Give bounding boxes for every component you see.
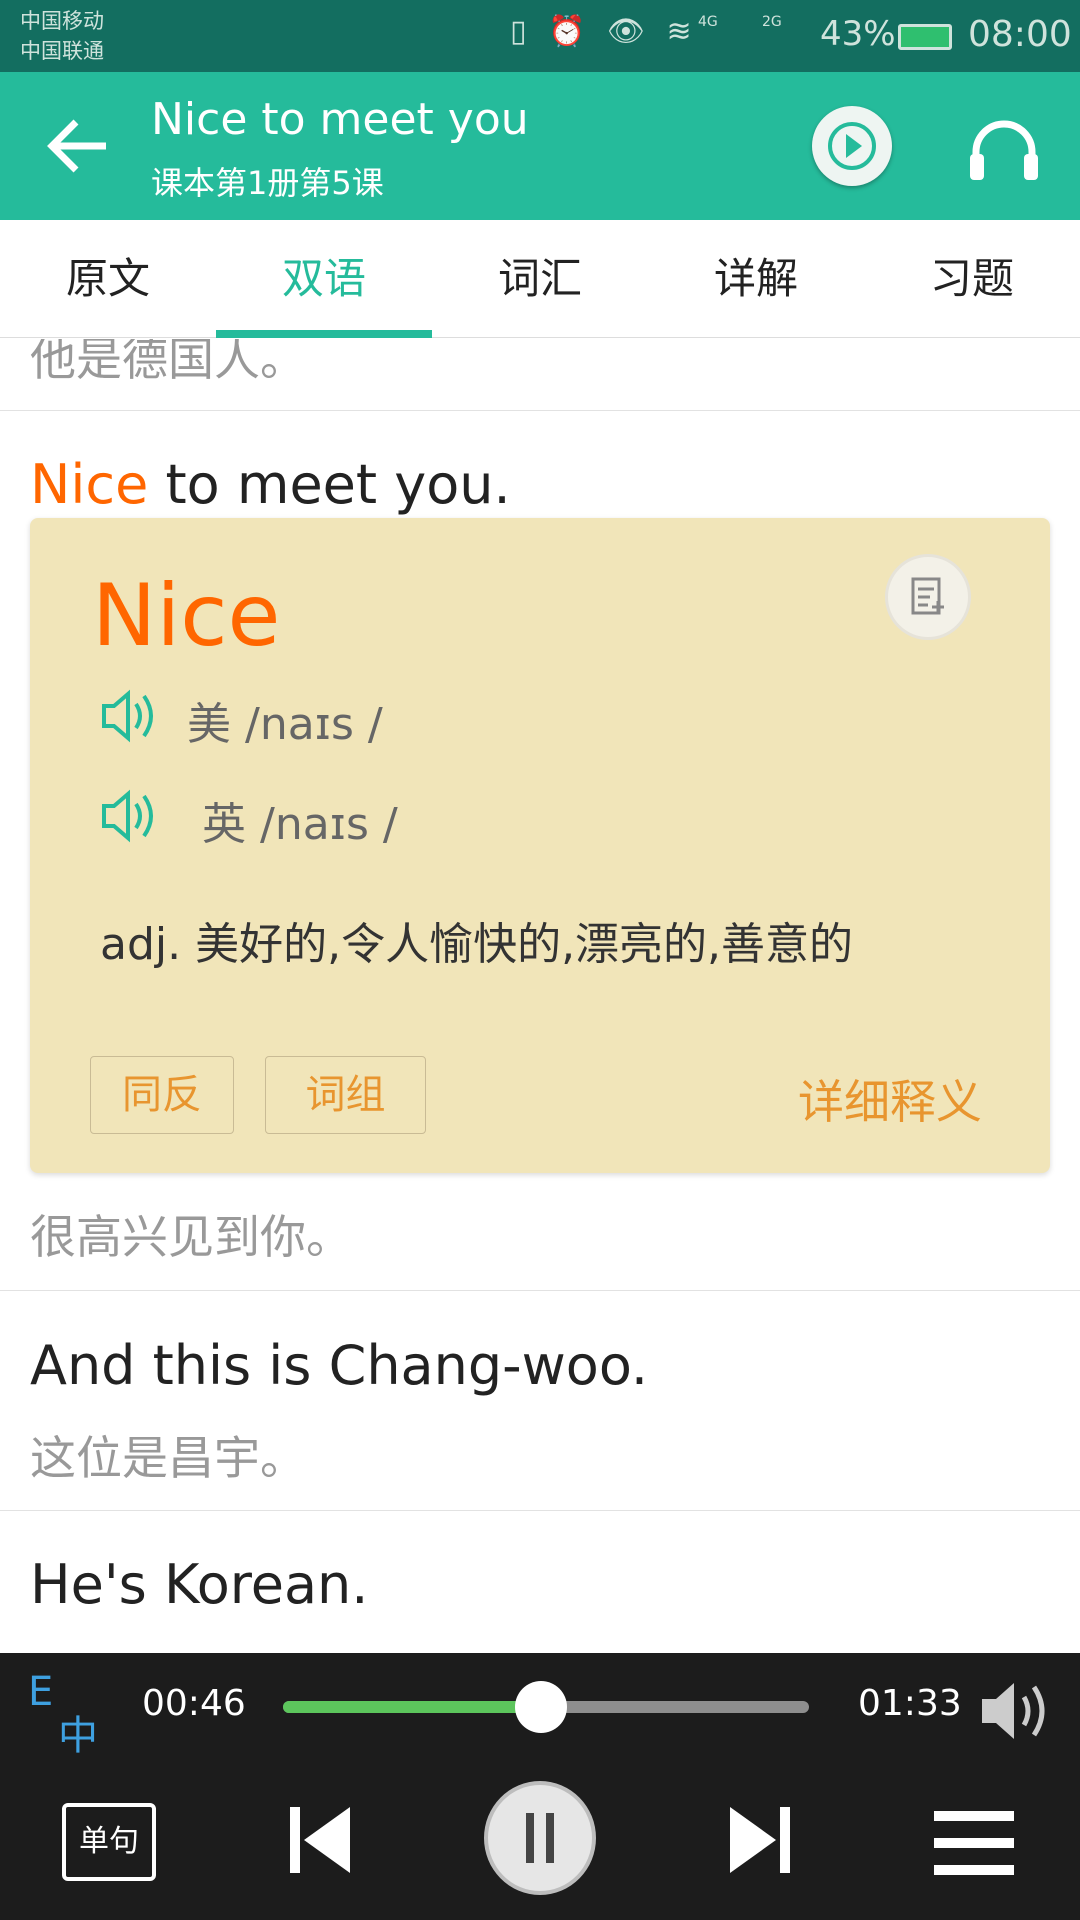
us-phonetic-text: /naɪs / bbox=[245, 699, 383, 750]
divider bbox=[0, 410, 1080, 411]
uk-label: 英 bbox=[202, 799, 246, 850]
speaker-uk-icon[interactable] bbox=[100, 788, 156, 844]
header: Nice to meet you 课本第1册第5课 bbox=[0, 72, 1080, 220]
add-to-wordbook-button[interactable] bbox=[885, 554, 971, 640]
clock: 08:00 bbox=[968, 14, 1072, 55]
previous-icon[interactable] bbox=[288, 1805, 358, 1875]
play-icon bbox=[828, 122, 876, 170]
current-time: 00:46 bbox=[142, 1683, 246, 1724]
net-2g: 2G bbox=[762, 14, 782, 30]
battery-icon bbox=[898, 24, 952, 50]
notepad-add-icon bbox=[911, 577, 944, 615]
uk-phonetic-text: /naɪs / bbox=[260, 799, 398, 850]
tab-explanation[interactable]: 详解 bbox=[648, 220, 864, 338]
play-button[interactable] bbox=[812, 106, 892, 186]
status-icons: ▯ ⏰ 👁 ≋ bbox=[510, 14, 698, 49]
progress-fill bbox=[283, 1701, 541, 1713]
us-label: 美 bbox=[187, 699, 231, 750]
audio-player: E 中 00:46 01:33 单句 bbox=[0, 1653, 1080, 1920]
tab-vocabulary[interactable]: 词汇 bbox=[432, 220, 648, 338]
sentence-zh[interactable]: 很高兴见到你。 bbox=[30, 1201, 352, 1267]
volume-icon[interactable] bbox=[980, 1679, 1052, 1743]
tab-bar: 原文 双语 词汇 详解 习题 bbox=[0, 220, 1080, 338]
phrase-button[interactable]: 词组 bbox=[265, 1056, 426, 1134]
tab-bilingual[interactable]: 双语 bbox=[216, 220, 432, 338]
total-time: 01:33 bbox=[858, 1683, 962, 1724]
us-phonetic: 美 /naɪs / bbox=[187, 688, 383, 752]
net-4g: 4G bbox=[698, 14, 718, 30]
status-bar: 中国移动 中国联通 ▯ ⏰ 👁 ≋ 4G 2G 43% 08:00 bbox=[0, 0, 1080, 72]
sentence-zh[interactable]: 他是韩国人。 bbox=[30, 1641, 306, 1653]
detail-link[interactable]: 详细释义 bbox=[798, 1066, 982, 1132]
next-icon[interactable] bbox=[722, 1805, 792, 1875]
pause-button[interactable] bbox=[484, 1781, 596, 1895]
sentence-rest: to meet you. bbox=[148, 453, 511, 516]
highlighted-word[interactable]: Nice bbox=[30, 453, 148, 516]
carrier-2: 中国联通 bbox=[20, 39, 104, 63]
tab-exercises[interactable]: 习题 bbox=[864, 220, 1080, 338]
progress-knob[interactable] bbox=[514, 1681, 567, 1733]
tab-original[interactable]: 原文 bbox=[0, 220, 216, 338]
definition: adj. 美好的,令人愉快的,漂亮的,善意的 bbox=[100, 919, 854, 970]
page-title: Nice to meet you bbox=[151, 94, 529, 145]
uk-phonetic: 英 /naɪs / bbox=[202, 788, 398, 852]
sentence-en[interactable]: He's Korean. bbox=[30, 1553, 368, 1616]
battery-percent: 43% bbox=[820, 14, 896, 54]
language-switch-icon[interactable]: E 中 bbox=[28, 1669, 104, 1759]
e-glyph: E bbox=[28, 1669, 54, 1715]
sentence-zh[interactable]: 这位是昌宇。 bbox=[30, 1422, 306, 1488]
back-arrow-icon[interactable] bbox=[46, 118, 110, 174]
sentence-en[interactable]: Nice to meet you. bbox=[30, 453, 511, 516]
sentence-en[interactable]: And this is Chang-woo. bbox=[30, 1334, 648, 1397]
progress-track[interactable] bbox=[283, 1681, 809, 1733]
lesson-subtitle: 课本第1册第5课 bbox=[151, 164, 384, 202]
playlist-menu-icon[interactable] bbox=[934, 1811, 1014, 1881]
word-popup: Nice 美 /naɪs / 英 /naɪs / adj. 美好的,令人愉快的,… bbox=[30, 518, 1050, 1173]
sentence-zh[interactable]: 他是德国人。 bbox=[30, 339, 306, 389]
single-sentence-loop-button[interactable]: 单句 bbox=[62, 1803, 156, 1881]
headphones-icon[interactable] bbox=[966, 114, 1042, 184]
zh-glyph: 中 bbox=[58, 1713, 98, 1759]
carrier-1: 中国移动 bbox=[20, 9, 104, 33]
active-tab-indicator bbox=[216, 330, 432, 338]
divider bbox=[0, 1290, 1080, 1291]
pause-icon bbox=[526, 1813, 554, 1863]
synonym-antonym-button[interactable]: 同反 bbox=[90, 1056, 234, 1134]
divider bbox=[0, 1510, 1080, 1511]
popup-word: Nice bbox=[92, 566, 281, 666]
speaker-us-icon[interactable] bbox=[100, 688, 156, 744]
